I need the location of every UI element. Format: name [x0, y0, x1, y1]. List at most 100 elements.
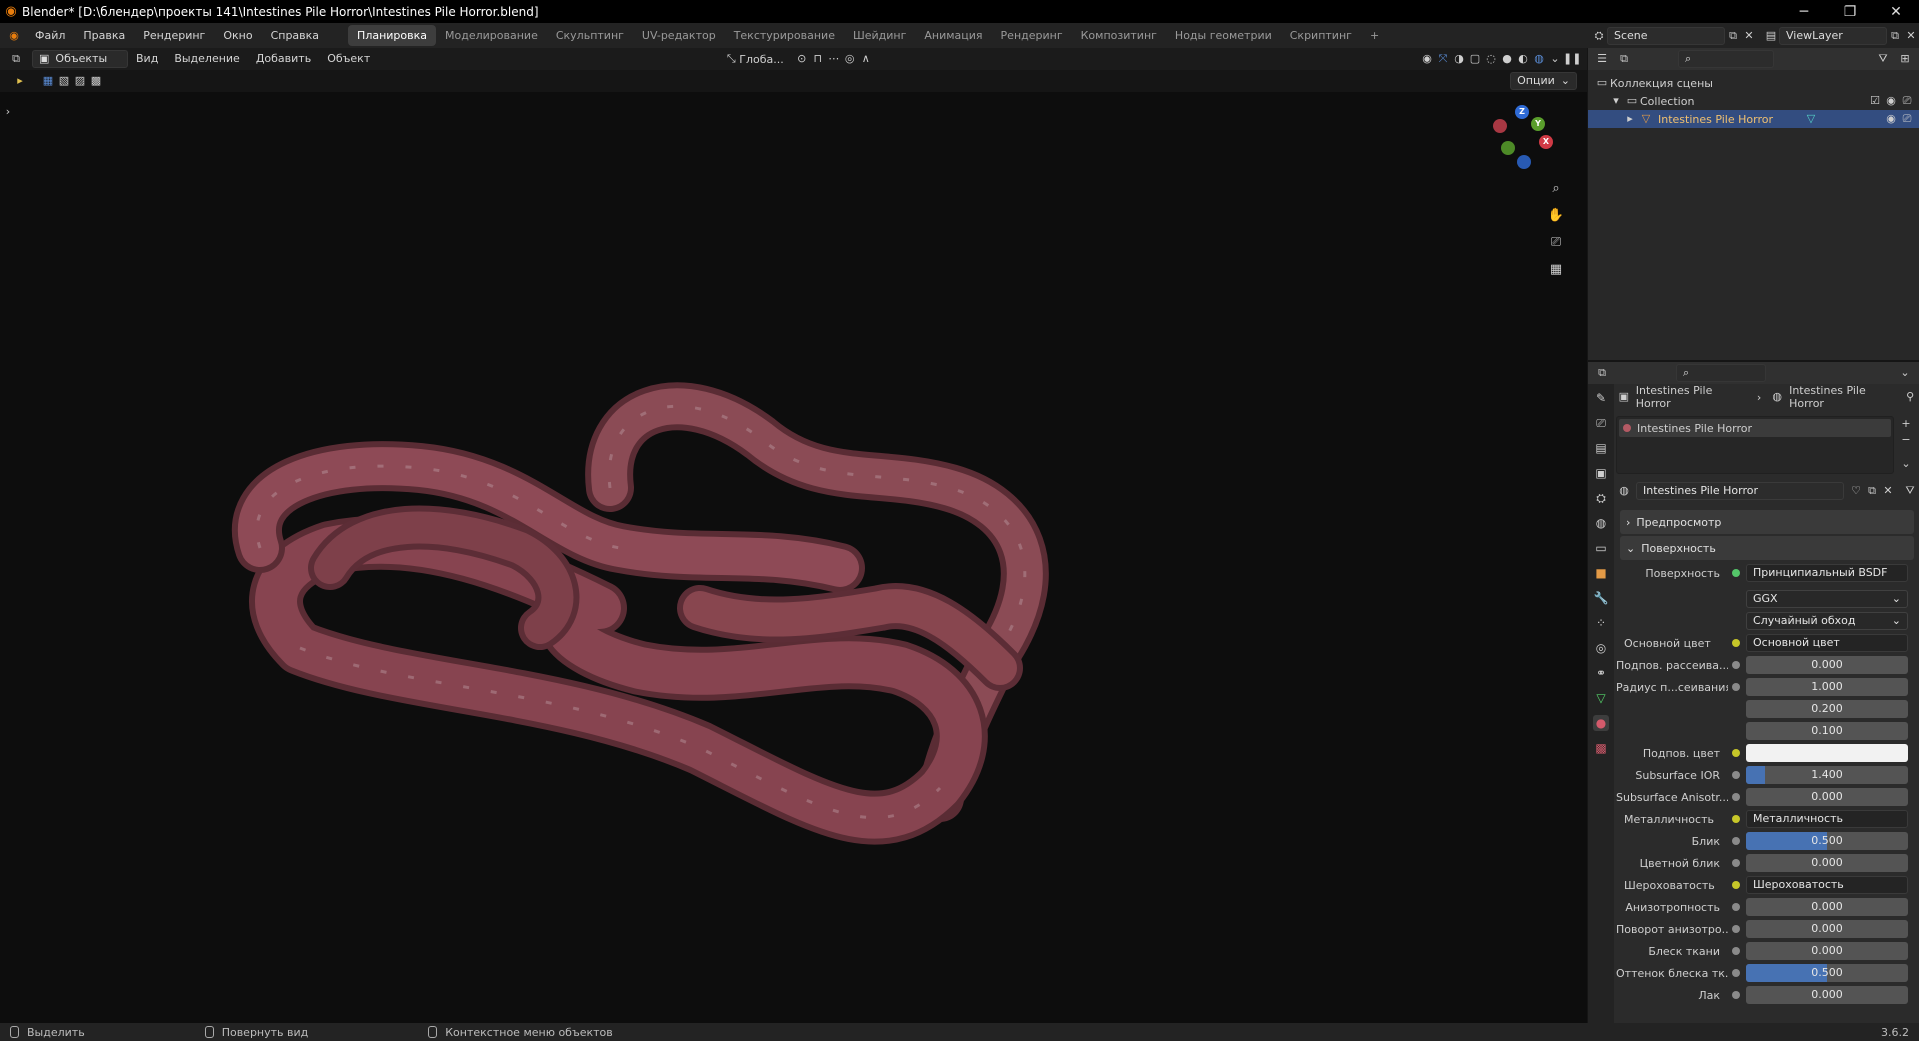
socket-icon[interactable] — [1732, 837, 1740, 845]
data-tab-icon[interactable]: ▽ — [1593, 690, 1609, 706]
tab-compositing[interactable]: Композитинг — [1072, 25, 1166, 46]
chevron-right-icon[interactable]: ▸ — [1622, 111, 1638, 127]
tab-uv-editing[interactable]: UV-редактор — [633, 25, 725, 46]
socket-icon[interactable] — [1732, 815, 1740, 823]
tab-layout[interactable]: Планировка — [348, 25, 437, 46]
linked-input-field[interactable]: Металличность — [1746, 810, 1908, 828]
close-button[interactable]: ✕ — [1873, 4, 1919, 20]
preview-panel-header[interactable]: › Предпросмотр — [1620, 510, 1914, 534]
socket-icon[interactable] — [1732, 661, 1740, 669]
rendered-shading-icon[interactable]: ◍ — [1531, 51, 1547, 67]
maximize-button[interactable]: ❐ — [1827, 4, 1873, 20]
scene-icon[interactable]: ⛭ — [1591, 28, 1607, 44]
editor-type-icon[interactable]: ⧉ — [8, 51, 24, 67]
collection-tab-icon[interactable]: ▭ — [1593, 540, 1609, 556]
remove-slot-button[interactable]: − — [1898, 432, 1914, 448]
view-layer-icon[interactable]: ▤ — [1763, 28, 1779, 44]
number-field[interactable]: 0.000 — [1746, 942, 1908, 960]
new-scene-icon[interactable]: ⧉ — [1725, 28, 1741, 44]
number-field[interactable]: 0.200 — [1746, 700, 1908, 718]
3d-viewport[interactable]: ⧉ ▣ Объекты Вид Выделение Добавить Объект… — [0, 48, 1587, 1023]
camera-icon[interactable]: ⎚ — [1899, 111, 1915, 127]
object-tab-icon[interactable]: ■ — [1593, 565, 1609, 581]
outliner-editor-icon[interactable]: ☰ — [1594, 51, 1610, 67]
menu-select[interactable]: Выделение — [166, 48, 248, 70]
chevron-down-icon[interactable]: ▾ — [1608, 93, 1624, 109]
new-view-layer-icon[interactable]: ⧉ — [1887, 28, 1903, 44]
shading-options-icon[interactable]: ⌄ — [1547, 51, 1563, 67]
blender-menu-icon[interactable]: ◉ — [6, 28, 22, 44]
subsurface-method-select[interactable]: Случайный обход ⌄ — [1746, 612, 1908, 630]
menu-render[interactable]: Рендеринг — [134, 23, 214, 48]
surface-panel-header[interactable]: ⌄ Поверхность — [1620, 536, 1914, 560]
browse-material-icon[interactable]: ◍ — [1616, 483, 1632, 499]
xray-icon[interactable]: ▢ — [1467, 51, 1483, 67]
socket-icon[interactable] — [1732, 881, 1740, 889]
filter-icon[interactable]: ⛛ — [1875, 51, 1891, 67]
eye-icon[interactable]: ◉ — [1883, 93, 1899, 109]
collection-row[interactable]: ▾ ▭ Collection ☑ ◉ ⎚ — [1588, 92, 1919, 110]
tab-shading[interactable]: Шейдинг — [844, 25, 915, 46]
select-subtract-icon[interactable]: ▨ — [72, 73, 88, 89]
output-tab-icon[interactable]: ▤ — [1593, 440, 1609, 456]
scene-tab-icon[interactable]: ⛭ — [1593, 490, 1609, 506]
scene-selector[interactable]: Scene — [1607, 26, 1725, 45]
neg-y-axis-icon[interactable] — [1501, 141, 1515, 155]
material-name-field[interactable]: Intestines Pile Horror — [1636, 482, 1844, 500]
view-layer-selector[interactable]: ViewLayer — [1779, 26, 1887, 45]
menu-file[interactable]: Файл — [26, 23, 74, 48]
pause-render-icon[interactable]: ❚❚ — [1563, 51, 1581, 67]
proportional-edit-icon[interactable]: ◎ — [842, 51, 858, 67]
overlay-icon[interactable]: ◑ — [1451, 51, 1467, 67]
distribution-select[interactable]: GGX ⌄ — [1746, 590, 1908, 608]
world-tab-icon[interactable]: ◍ — [1593, 515, 1609, 531]
delete-view-layer-icon[interactable]: ✕ — [1903, 28, 1919, 44]
menu-help[interactable]: Справка — [262, 23, 328, 48]
texture-tab-icon[interactable]: ▩ — [1593, 740, 1609, 756]
number-field[interactable]: 0.000 — [1746, 788, 1908, 806]
camera-view-icon[interactable]: ⎚ — [1545, 232, 1567, 254]
duplicate-material-icon[interactable]: ⧉ — [1864, 483, 1880, 499]
number-field[interactable]: 1.400 — [1746, 766, 1908, 784]
menu-object[interactable]: Объект — [319, 48, 378, 70]
transform-orientation-icon[interactable]: ⤡ — [723, 51, 739, 67]
material-shading-icon[interactable]: ◐ — [1515, 51, 1531, 67]
wireframe-shading-icon[interactable]: ◌ — [1483, 51, 1499, 67]
pan-hand-icon[interactable]: ✋ — [1545, 205, 1567, 227]
display-mode-icon[interactable]: ⧉ — [1616, 51, 1632, 67]
socket-icon[interactable] — [1732, 947, 1740, 955]
material-tab-icon[interactable]: ● — [1593, 715, 1609, 731]
select-new-icon[interactable]: ▦ — [40, 73, 56, 89]
delete-scene-icon[interactable]: ✕ — [1741, 28, 1757, 44]
physics-tab-icon[interactable]: ◎ — [1593, 640, 1609, 656]
options-dropdown[interactable]: Опции ⌄ — [1510, 72, 1577, 90]
zoom-icon[interactable]: ⌕ — [1545, 178, 1567, 200]
number-field[interactable]: 0.000 — [1746, 920, 1908, 938]
linked-input-field[interactable]: Шероховатость — [1746, 876, 1908, 894]
node-link-icon[interactable]: ⛛ — [1902, 483, 1918, 499]
outliner-search-input[interactable]: ⌕ — [1678, 50, 1774, 68]
menu-edit[interactable]: Правка — [74, 23, 134, 48]
particles-tab-icon[interactable]: ⁘ — [1593, 615, 1609, 631]
add-slot-button[interactable]: + — [1898, 416, 1914, 432]
eye-icon[interactable]: ◉ — [1883, 111, 1899, 127]
material-slot-item[interactable]: Intestines Pile Horror — [1619, 419, 1891, 437]
socket-icon[interactable] — [1732, 771, 1740, 779]
snap-target-icon[interactable]: ⋯ — [826, 51, 842, 67]
transform-orientation-select[interactable]: Глоба... — [739, 53, 783, 66]
number-field[interactable]: 0.000 — [1746, 656, 1908, 674]
gizmo-toggle-icon[interactable]: ⤧ — [1435, 51, 1451, 67]
socket-icon[interactable] — [1732, 859, 1740, 867]
number-field[interactable]: 1.000 — [1746, 678, 1908, 696]
tab-scripting[interactable]: Скриптинг — [1281, 25, 1361, 46]
camera-icon[interactable]: ⎚ — [1899, 93, 1915, 109]
toolbar-expand-icon[interactable]: › — [0, 104, 16, 120]
chevron-down-icon[interactable]: ⌄ — [1897, 365, 1913, 381]
socket-icon[interactable] — [1732, 991, 1740, 999]
perspective-grid-icon[interactable]: ▦ — [1545, 259, 1567, 281]
menu-add[interactable]: Добавить — [248, 48, 319, 70]
number-field[interactable]: 0.500 — [1746, 832, 1908, 850]
tab-rendering[interactable]: Рендеринг — [992, 25, 1072, 46]
falloff-icon[interactable]: ∧ — [858, 51, 874, 67]
navigation-gizmo[interactable]: Z Y X ⌕ ✋ ⎚ ▦ — [1487, 103, 1577, 283]
